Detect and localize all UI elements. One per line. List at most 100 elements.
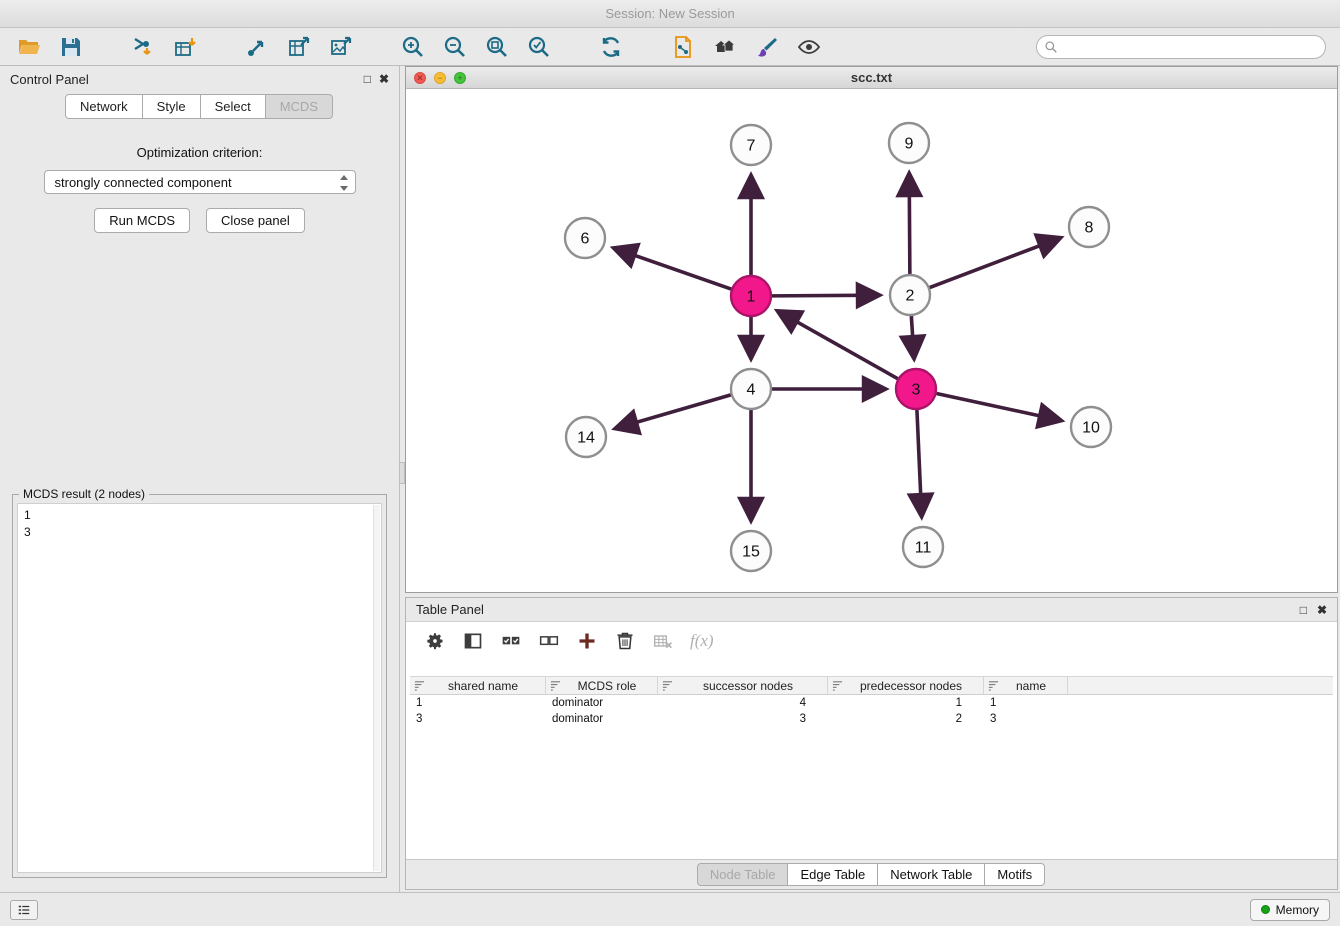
table-tab-node-table[interactable]: Node Table (697, 863, 789, 886)
export-image-button[interactable] (326, 32, 356, 62)
node-6[interactable]: 6 (565, 218, 605, 258)
mcds-result-area[interactable]: 13 (17, 503, 382, 873)
node-1[interactable]: 1 (731, 276, 771, 316)
select-all-columns-button[interactable] (496, 626, 526, 656)
memory-button[interactable]: Memory (1250, 899, 1330, 921)
table-cell[interactable]: dominator (546, 711, 658, 727)
criterion-dropdown[interactable]: strongly connected component (44, 170, 356, 194)
edge-4-14[interactable] (615, 395, 731, 429)
checked-boxes-icon (501, 631, 521, 651)
node-4[interactable]: 4 (731, 369, 771, 409)
network-document-button[interactable] (668, 32, 698, 62)
column-header-predecessor-nodes[interactable]: predecessor nodes (828, 677, 984, 694)
network-canvas[interactable]: 7 9 6 8 1 2 4 3 14 10 15 11 (406, 89, 1337, 592)
column-header-name[interactable]: name (984, 677, 1068, 694)
edge-1-6[interactable] (613, 248, 731, 289)
function-builder-button[interactable]: f(x) (690, 631, 714, 651)
zoom-in-button[interactable] (398, 32, 428, 62)
table-cell[interactable]: dominator (546, 695, 658, 711)
table-row[interactable]: 1dominator411 (410, 695, 1333, 711)
apply-layout-button[interactable] (596, 32, 626, 62)
zoom-fit-button[interactable] (482, 32, 512, 62)
column-header-successor-nodes[interactable]: successor nodes (658, 677, 828, 694)
first-neighbors-button[interactable] (710, 32, 740, 62)
show-hide-button[interactable] (794, 32, 824, 62)
close-table-panel-icon[interactable]: ✖ (1317, 604, 1327, 616)
edge-3-11[interactable] (917, 410, 922, 517)
maximize-window-icon[interactable]: + (454, 72, 466, 84)
edge-2-9[interactable] (909, 173, 910, 274)
search-input[interactable] (1036, 35, 1326, 59)
edge-2-3[interactable] (911, 316, 914, 359)
column-header-mcds-role[interactable]: MCDS role (546, 677, 658, 694)
table-cell[interactable]: 3 (984, 711, 1068, 727)
node-8[interactable]: 8 (1069, 207, 1109, 247)
column-sort-icon[interactable] (550, 680, 561, 691)
close-panel-icon[interactable]: ✖ (379, 73, 389, 85)
export-table-button[interactable] (284, 32, 314, 62)
node-2[interactable]: 2 (890, 275, 930, 315)
trash-icon (615, 631, 635, 651)
save-icon (59, 35, 83, 59)
control-tab-network[interactable]: Network (65, 94, 143, 119)
create-column-button[interactable] (572, 626, 602, 656)
zoom-selected-button[interactable] (524, 32, 554, 62)
svg-text:8: 8 (1085, 220, 1094, 237)
table-settings-button[interactable] (420, 626, 450, 656)
table-tab-motifs[interactable]: Motifs (984, 863, 1045, 886)
open-session-button[interactable] (14, 32, 44, 62)
style-brush-button[interactable] (752, 32, 782, 62)
table-row[interactable]: 3dominator323 (410, 711, 1333, 727)
table-tabs-bar: Node TableEdge TableNetwork TableMotifs (406, 859, 1337, 889)
network-graph: 7 9 6 8 1 2 4 3 14 10 15 11 (406, 89, 1337, 592)
minimize-window-icon[interactable]: − (434, 72, 446, 84)
zoom-out-button[interactable] (440, 32, 470, 62)
table-cell[interactable]: 1 (828, 695, 984, 711)
column-sort-icon[interactable] (662, 680, 673, 691)
import-network-button[interactable] (128, 32, 158, 62)
control-tab-style[interactable]: Style (142, 94, 201, 119)
table-cell[interactable]: 3 (410, 711, 546, 727)
control-tab-mcds[interactable]: MCDS (265, 94, 333, 119)
delete-table-button[interactable] (648, 626, 678, 656)
table-cell[interactable]: 4 (658, 695, 828, 711)
table-cell[interactable]: 1 (410, 695, 546, 711)
result-scrollbar[interactable] (373, 505, 380, 871)
run-mcds-button[interactable]: Run MCDS (94, 208, 190, 233)
table-panel-title: Table Panel (416, 602, 484, 617)
table-cell[interactable]: 1 (984, 695, 1068, 711)
import-table-button[interactable] (170, 32, 200, 62)
column-sort-icon[interactable] (414, 680, 425, 691)
unselect-all-columns-button[interactable] (534, 626, 564, 656)
edge-2-8[interactable] (930, 238, 1061, 288)
float-table-panel-icon[interactable]: □ (1300, 604, 1307, 616)
table-tab-edge-table[interactable]: Edge Table (787, 863, 878, 886)
node-11[interactable]: 11 (903, 527, 943, 567)
node-10[interactable]: 10 (1071, 407, 1111, 447)
control-tab-select[interactable]: Select (200, 94, 266, 119)
column-header-shared-name[interactable]: shared name (410, 677, 546, 694)
edge-3-1[interactable] (777, 311, 898, 379)
node-3[interactable]: 3 (896, 369, 936, 409)
node-7[interactable]: 7 (731, 125, 771, 165)
edge-3-10[interactable] (937, 393, 1062, 420)
table-cell[interactable]: 2 (828, 711, 984, 727)
node-15[interactable]: 15 (731, 531, 771, 571)
node-9[interactable]: 9 (889, 123, 929, 163)
close-panel-button[interactable]: Close panel (206, 208, 305, 233)
delete-column-button[interactable] (610, 626, 640, 656)
node-14[interactable]: 14 (566, 417, 606, 457)
column-sort-icon[interactable] (988, 680, 999, 691)
save-session-button[interactable] (56, 32, 86, 62)
result-line: 1 (24, 507, 375, 524)
show-panel-list-button[interactable] (10, 900, 38, 920)
table-cell[interactable]: 3 (658, 711, 828, 727)
float-panel-icon[interactable]: □ (364, 73, 371, 85)
table-tab-network-table[interactable]: Network Table (877, 863, 985, 886)
network-window-titlebar[interactable]: ✕ − + scc.txt (406, 67, 1337, 89)
export-network-button[interactable] (242, 32, 272, 62)
edge-1-2[interactable] (772, 295, 880, 296)
show-column-panel-button[interactable] (458, 626, 488, 656)
column-sort-icon[interactable] (832, 680, 843, 691)
close-window-icon[interactable]: ✕ (414, 72, 426, 84)
